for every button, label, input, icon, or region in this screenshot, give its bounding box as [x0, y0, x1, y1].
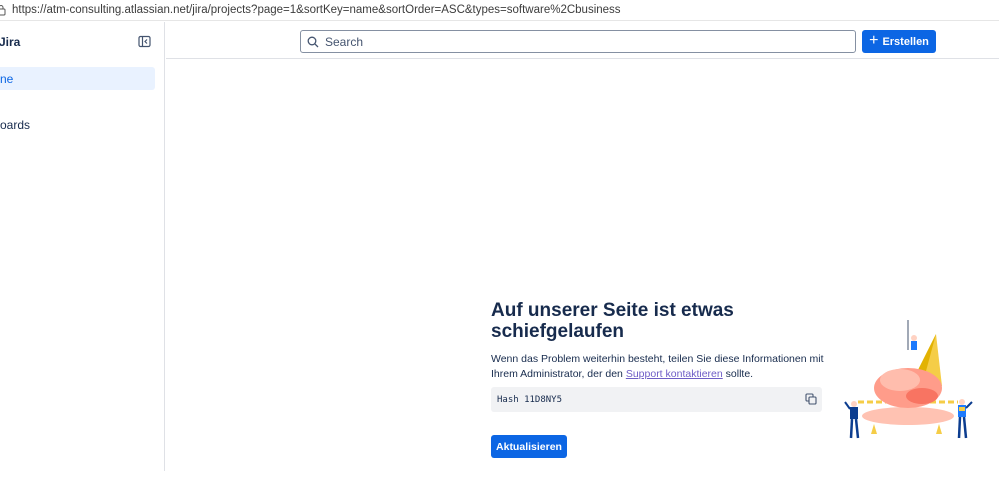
sidebar-item-dashboards[interactable]: oards: [0, 113, 155, 136]
error-illustration: [844, 320, 973, 439]
lock-icon[interactable]: [0, 4, 6, 16]
plus-icon: +: [869, 32, 879, 49]
hash-value: Hash 11D8NY5: [497, 394, 563, 405]
app-title[interactable]: Jira: [0, 35, 20, 49]
error-title: Auf unserer Seite ist etwas schiefgelauf…: [491, 300, 734, 342]
refresh-button[interactable]: Aktualisieren: [491, 435, 567, 458]
create-button[interactable]: + Erstellen: [862, 30, 936, 53]
error-text-after: sollte.: [722, 368, 754, 380]
create-button-label: Erstellen: [882, 35, 929, 48]
sidebar: Jira ne oards: [0, 22, 165, 471]
sidebar-item-label: oards: [0, 117, 31, 132]
copy-icon[interactable]: [805, 393, 817, 405]
sidebar-item-home[interactable]: ne: [0, 67, 155, 90]
sidebar-item-label: ne: [0, 71, 14, 86]
browser-url[interactable]: https://atm-consulting.atlassian.net/jir…: [12, 4, 621, 16]
top-navigation: + Erstellen: [166, 22, 999, 59]
search-icon: [307, 36, 319, 47]
browser-address-bar[interactable]: https://atm-consulting.atlassian.net/jir…: [0, 0, 999, 21]
search-box[interactable]: [300, 30, 856, 53]
hash-code-block: Hash 11D8NY5: [491, 387, 822, 412]
sidebar-collapse-icon[interactable]: [138, 35, 151, 48]
error-description: Wenn das Problem weiterhin besteht, teil…: [491, 352, 826, 382]
search-input[interactable]: [325, 34, 845, 49]
support-link[interactable]: Support kontaktieren: [626, 368, 723, 380]
